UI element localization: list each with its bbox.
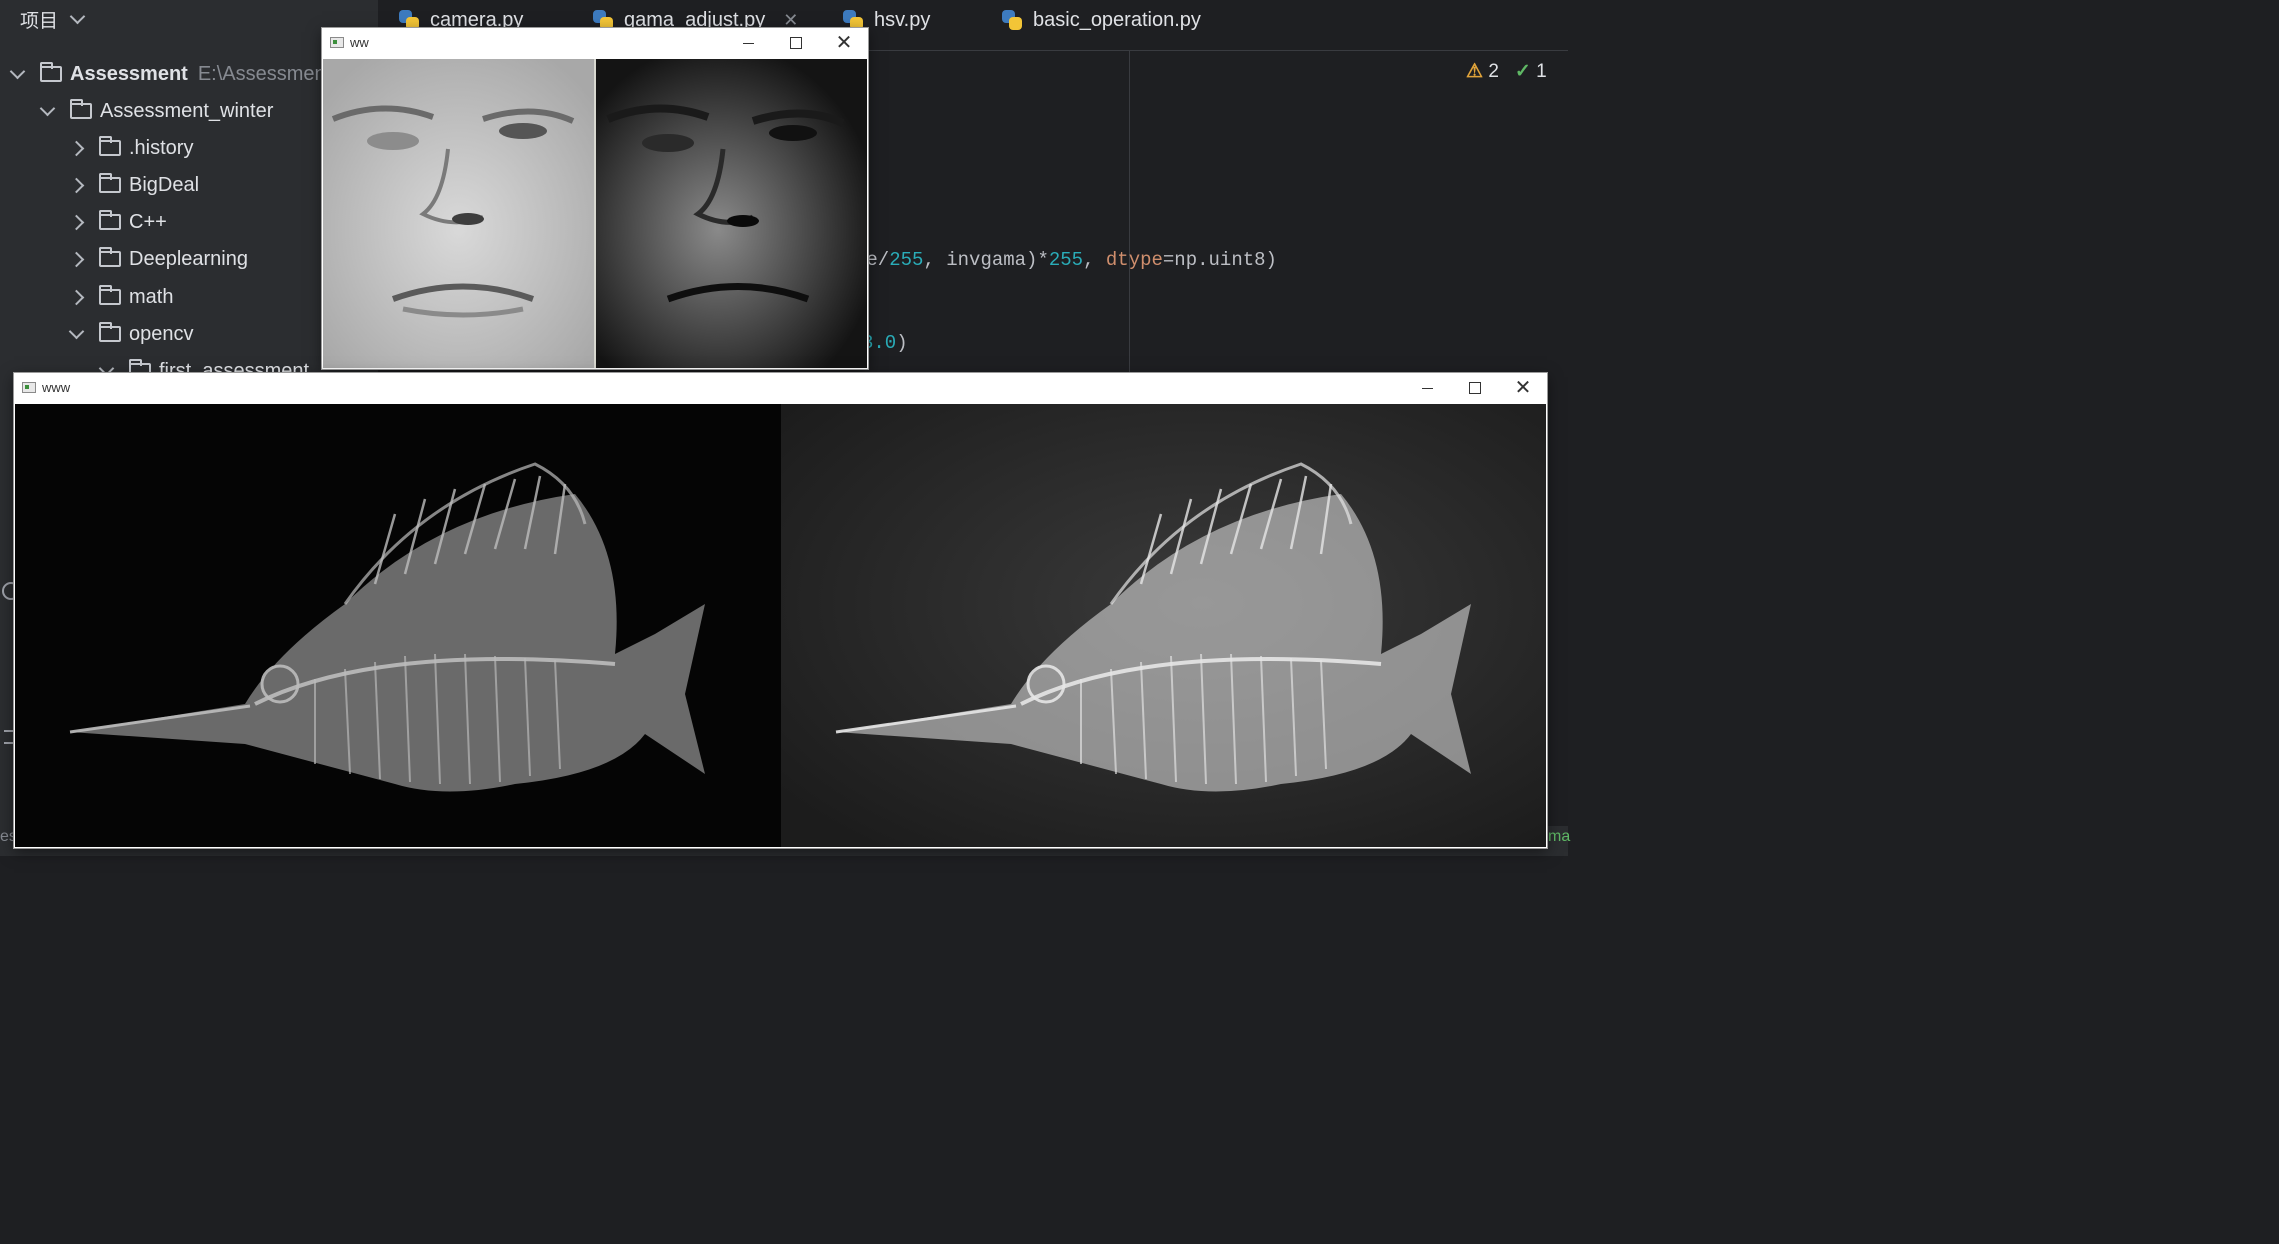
tree-item-cpp[interactable]: C++ — [68, 207, 167, 237]
app-icon — [22, 382, 36, 393]
tree-item-path: E:\Assessment — [197, 62, 332, 85]
tree-item-opencv[interactable]: opencv — [68, 319, 194, 349]
code-number: 255 — [1048, 249, 1084, 271]
chevron-right-icon[interactable] — [68, 214, 84, 230]
code-line[interactable]: 3.0) — [862, 332, 908, 354]
minimize-button[interactable] — [725, 30, 771, 56]
project-header[interactable]: 项目 — [20, 6, 86, 32]
folder-icon — [99, 285, 121, 305]
ok-count[interactable]: ✓ 1 — [1515, 60, 1547, 83]
code-keyword: dtype — [1105, 249, 1163, 271]
fish-xray-images — [15, 404, 1546, 847]
chevron-right-icon[interactable] — [68, 177, 84, 193]
tree-item-history[interactable]: .history — [68, 133, 194, 163]
chevron-down-icon[interactable] — [39, 100, 55, 118]
tree-item-label: Deeplearning — [129, 247, 248, 270]
window-titlebar[interactable]: ww ✕ — [322, 28, 868, 58]
code-line[interactable]: (e/255, invgama)*255, dtype=np.uint8) — [855, 249, 1277, 271]
code-token: , invgama)* — [923, 249, 1049, 271]
tree-item-label: .history — [129, 136, 194, 159]
right-margin-guide — [1129, 51, 1130, 381]
tab-basic-operation[interactable]: basic_operation.py — [1001, 6, 1201, 34]
warning-count-value: 2 — [1488, 61, 1499, 82]
tab-label: basic_operation.py — [1033, 8, 1201, 31]
app-icon — [330, 37, 344, 48]
chevron-right-icon[interactable] — [68, 289, 84, 305]
tree-item-label: BigDeal — [129, 173, 200, 196]
window-title: www — [42, 380, 71, 395]
face-image-gamma-adjusted — [596, 59, 867, 368]
fish-image-gamma-adjusted — [781, 404, 1546, 847]
code-number: 255 — [889, 249, 924, 271]
tree-item-label: C++ — [129, 210, 167, 233]
maximize-icon — [1469, 382, 1481, 394]
image-canvas — [15, 404, 1546, 847]
status-bar-right-text: ma — [1548, 828, 1571, 845]
inspection-widget[interactable]: ⚠ 2 ✓ 1 — [1466, 60, 1547, 83]
warning-count[interactable]: ⚠ 2 — [1466, 60, 1499, 83]
minimize-icon — [1421, 387, 1433, 389]
ok-count-value: 1 — [1536, 61, 1547, 82]
close-button[interactable]: ✕ — [1500, 375, 1546, 401]
opencv-window-www[interactable]: www ✕ — [14, 373, 1547, 848]
tree-item-label: math — [129, 285, 174, 308]
minimize-button[interactable] — [1404, 375, 1450, 401]
folder-icon — [99, 210, 121, 230]
python-file-icon — [1001, 9, 1023, 31]
fish-image-original — [15, 404, 781, 847]
folder-icon — [99, 322, 121, 342]
tree-item-assessment-winter[interactable]: Assessment_winter — [39, 96, 274, 126]
check-icon: ✓ — [1514, 61, 1531, 82]
tab-label: hsv.py — [874, 8, 931, 31]
close-icon: ✕ — [835, 32, 853, 54]
folder-icon — [99, 173, 121, 193]
close-button[interactable]: ✕ — [821, 30, 867, 56]
image-divider — [594, 59, 596, 368]
face-image-original — [323, 59, 594, 368]
code-token: , — [1083, 249, 1106, 271]
folder-icon — [40, 62, 62, 82]
tree-item-deeplearning[interactable]: Deeplearning — [68, 244, 248, 274]
code-token: ) — [896, 332, 908, 354]
folder-icon — [70, 99, 92, 119]
project-title: 项目 — [20, 10, 59, 32]
folder-icon — [99, 136, 121, 156]
chevron-down-icon[interactable] — [69, 8, 86, 25]
face-images — [323, 59, 867, 368]
tree-item-label: Assessment — [70, 62, 188, 85]
window-titlebar[interactable]: www ✕ — [14, 373, 1547, 403]
tree-item-bigdeal[interactable]: BigDeal — [68, 170, 200, 200]
chevron-right-icon[interactable] — [68, 251, 84, 267]
close-icon: ✕ — [1514, 377, 1532, 399]
chevron-right-icon[interactable] — [68, 140, 84, 156]
chevron-down-icon[interactable] — [68, 323, 84, 341]
code-token: =np.uint8) — [1162, 249, 1277, 271]
chevron-down-icon[interactable] — [9, 63, 25, 81]
tree-item-label: opencv — [129, 322, 194, 345]
window-title: ww — [350, 35, 369, 50]
folder-icon — [99, 247, 121, 267]
opencv-window-ww[interactable]: ww ✕ — [322, 28, 868, 369]
warning-icon: ⚠ — [1466, 61, 1484, 82]
tree-item-math[interactable]: math — [68, 282, 174, 312]
maximize-button[interactable] — [1452, 375, 1498, 401]
minimize-icon — [742, 42, 754, 44]
image-canvas — [323, 59, 867, 368]
tree-item-label: Assessment_winter — [100, 99, 274, 122]
maximize-button[interactable] — [773, 30, 819, 56]
tree-item-assessment[interactable]: Assessment E:\Assessment — [9, 59, 332, 89]
maximize-icon — [790, 37, 802, 49]
